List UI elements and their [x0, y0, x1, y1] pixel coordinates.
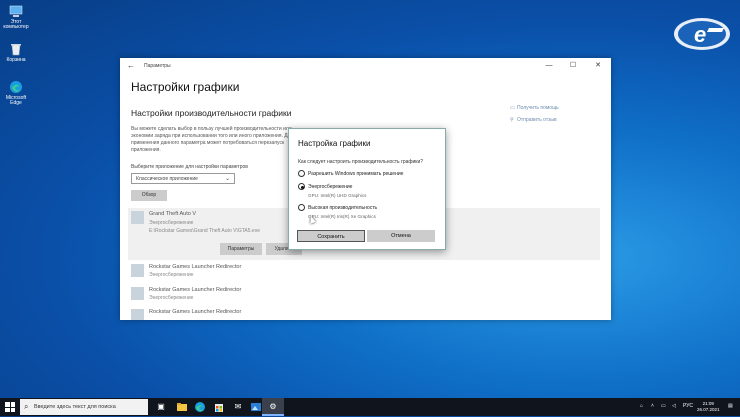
- app-path: E:\Rockstar Games\Grand Theft Auto V\GTA…: [149, 228, 260, 234]
- option-gpu: GPU: Intel(R) Iris(R) Xe Graphics: [308, 214, 376, 219]
- clock[interactable]: 21:09 26.07.2021: [697, 401, 720, 413]
- option-gpu: GPU: Intel(R) UHD Graphics: [308, 193, 367, 198]
- file-explorer-icon[interactable]: [176, 401, 188, 413]
- app-icon: [131, 264, 144, 277]
- volume-icon[interactable]: ◁: [672, 403, 676, 409]
- app-title: Параметры: [144, 63, 171, 69]
- mail-icon[interactable]: ✉: [232, 401, 244, 413]
- chevron-down-icon: ⌄: [224, 176, 230, 182]
- desktop-icon-edge[interactable]: Microsoft Edge: [3, 80, 29, 106]
- store-icon[interactable]: [213, 401, 225, 413]
- option-label: Разрешить Windows принимать решение: [308, 171, 404, 177]
- notifications-icon[interactable]: ▤: [728, 403, 733, 409]
- radio-let-windows-decide[interactable]: [298, 170, 305, 177]
- edge-icon[interactable]: [194, 401, 206, 413]
- clock-date: 26.07.2021: [697, 407, 720, 412]
- edge-icon: [9, 80, 23, 94]
- app-name: Rockstar Games Launcher Redirector: [149, 264, 242, 270]
- option-label: Энергосбережение: [308, 184, 353, 190]
- network-icon[interactable]: ⌂: [640, 403, 643, 409]
- radio-high-performance[interactable]: [298, 204, 305, 211]
- help-link[interactable]: ▭ Получить помощь: [510, 105, 559, 111]
- task-view-icon[interactable]: ▣: [155, 401, 167, 413]
- choose-app-label: Выберите приложение для настройки параме…: [131, 164, 248, 170]
- app-mode: Энергосбережение: [149, 295, 194, 301]
- dialog-question: Как следует настроить производительность…: [298, 159, 424, 165]
- minimize-icon[interactable]: —: [537, 60, 561, 72]
- feedback-icon: ⚲: [510, 117, 514, 123]
- desktop-icon-label: Microsoft Edge: [5, 95, 27, 106]
- close-icon[interactable]: ✕: [586, 60, 610, 72]
- search-placeholder: Введите здесь текст для поиска: [34, 404, 116, 410]
- desktop-icon-recycle-bin[interactable]: Корзина: [3, 42, 29, 63]
- svg-text:e: e: [694, 22, 706, 47]
- app-name: Grand Theft Auto V: [149, 211, 196, 217]
- battery-icon[interactable]: ▭: [661, 403, 666, 409]
- search-icon: ⌕: [24, 402, 29, 411]
- windows-start-icon[interactable]: [5, 402, 15, 412]
- taskbar-search-box[interactable]: ⌕ Введите здесь текст для поиска: [20, 399, 148, 415]
- desktop-icon-label: Корзина: [6, 57, 26, 63]
- params-button[interactable]: Параметры: [220, 243, 262, 255]
- recycle-bin-icon: [9, 42, 23, 56]
- dialog-title: Настройка графики: [298, 139, 371, 148]
- photos-icon[interactable]: [250, 401, 262, 413]
- option-label: Высокая производительность: [308, 205, 378, 211]
- app-icon: [131, 211, 144, 224]
- app-mode: Энергосбережение: [149, 220, 194, 226]
- taskbar: ⌕ Введите здесь текст для поиска ▣ ✉ ⚙ ⌂…: [0, 398, 740, 416]
- language-indicator[interactable]: РУС: [683, 403, 693, 409]
- back-arrow-icon[interactable]: ←: [127, 61, 135, 70]
- app-name: Rockstar Games Launcher Redirector: [149, 287, 242, 293]
- title-bar: ← Параметры — ☐ ✕: [120, 58, 611, 74]
- browse-button[interactable]: Обзор: [131, 190, 167, 201]
- app-mode: Энергосбережение: [149, 272, 194, 278]
- site-logo: e: [672, 14, 732, 54]
- page-title: Настройки графики: [131, 80, 240, 94]
- save-button[interactable]: Сохранить: [297, 230, 365, 242]
- feedback-link[interactable]: ⚲ Отправить отзыв: [510, 117, 557, 123]
- app-icon: [131, 309, 144, 320]
- gear-icon: ⚙: [269, 402, 277, 411]
- section-description: Вы можете сделать выбор в пользу лучшей …: [131, 126, 294, 153]
- help-icon: ▭: [510, 105, 515, 111]
- graphics-settings-dialog: Настройка графики Как следует настроить …: [288, 128, 446, 250]
- app-name: Rockstar Games Launcher Redirector: [149, 309, 242, 315]
- show-hidden-icons-icon[interactable]: ˄: [651, 403, 654, 409]
- cancel-button[interactable]: Отмена: [367, 230, 435, 242]
- maximize-icon[interactable]: ☐: [561, 60, 585, 72]
- app-type-select[interactable]: Классическое приложение ⌄: [131, 173, 235, 184]
- select-value: Классическое приложение: [136, 176, 198, 182]
- desktop-icon-label: Этот компьютер: [3, 19, 29, 30]
- desktop-icon-this-pc[interactable]: Этот компьютер: [3, 4, 29, 30]
- app-icon: [131, 287, 144, 300]
- computer-icon: [9, 4, 23, 18]
- section-title: Настройки производительности графики: [131, 108, 292, 118]
- radio-power-saving[interactable]: [298, 183, 305, 190]
